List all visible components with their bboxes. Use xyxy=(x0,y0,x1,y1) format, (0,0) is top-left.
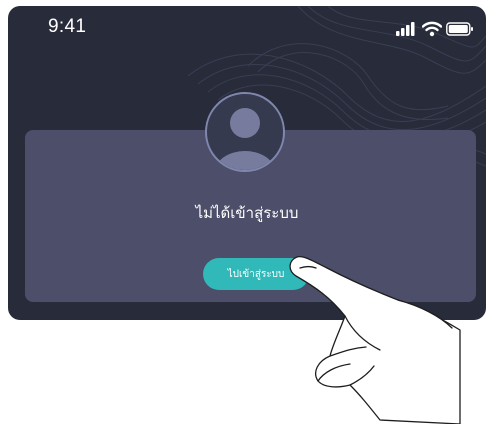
status-bar-time: 9:41 xyxy=(48,16,87,37)
user-avatar-icon xyxy=(205,92,285,172)
login-button[interactable]: ไปเข้าสู่ระบบ xyxy=(203,258,309,290)
cellular-signal-icon xyxy=(396,22,415,36)
phone-screen: 9:41 ไม่ได้เข้าสู่ระบบ ไปเข้าสู่ระบบ xyxy=(8,6,486,320)
status-bar-icons xyxy=(396,21,473,37)
not-logged-in-message: ไม่ได้เข้าสู่ระบบ xyxy=(195,204,299,222)
battery-icon xyxy=(446,22,473,36)
wifi-icon xyxy=(422,21,442,37)
